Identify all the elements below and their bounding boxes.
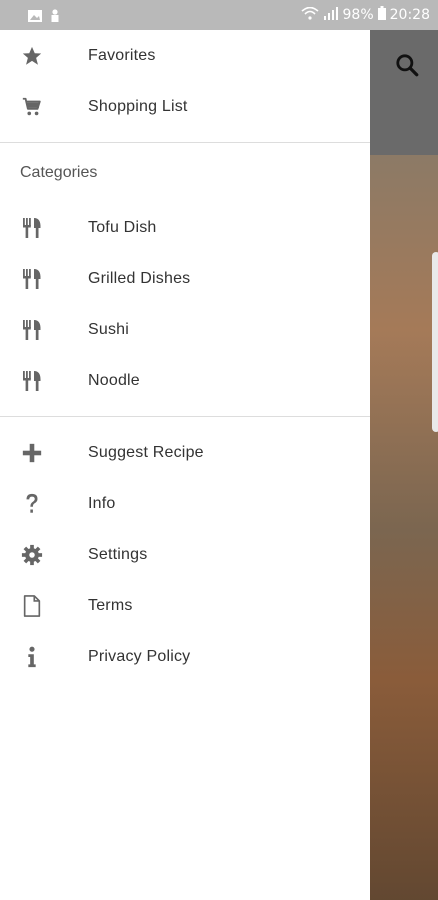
plus-icon [20,441,44,465]
drawer-item-label: Settings [88,546,148,563]
drawer-item-sushi[interactable]: Sushi [0,305,370,355]
drawer-item-info[interactable]: Info [0,479,370,529]
drawer-item-label: Suggest Recipe [88,444,204,461]
drawer-divider [0,142,370,143]
restaurant-icon [20,369,44,393]
drawer-item-terms[interactable]: Terms [0,581,370,631]
drawer-item-label: Privacy Policy [88,648,191,665]
drawer-item-favorites[interactable]: Favorites [0,31,370,81]
restaurant-icon [20,216,44,240]
drawer-item-label: Noodle [88,372,140,389]
restaurant-icon [20,267,44,291]
drawer-item-label: Terms [88,597,133,614]
clock: 20:28 [389,7,430,23]
gallery-icon [28,9,42,22]
status-bar: 98% 20:28 [0,0,438,30]
drawer-item-label: Sushi [88,321,130,338]
star-icon [20,44,44,68]
drawer-divider [0,416,370,417]
drawer-item-suggest-recipe[interactable]: Suggest Recipe [0,428,370,478]
signal-icon [323,6,339,24]
cart-icon [20,95,44,119]
content-card-edge [432,252,438,432]
drawer-item-grilled-dishes[interactable]: Grilled Dishes [0,254,370,304]
info-icon [20,645,44,669]
gear-icon [20,543,44,567]
drawer-item-label: Favorites [88,47,156,64]
drawer-item-label: Tofu Dish [88,219,157,236]
battery-icon [377,6,386,24]
drawer-item-shopping-list[interactable]: Shopping List [0,82,370,132]
categories-header: Categories [20,164,98,181]
drawer-item-tofu-dish[interactable]: Tofu Dish [0,203,370,253]
drawer-item-privacy-policy[interactable]: Privacy Policy [0,632,370,682]
drawer-item-noodle[interactable]: Noodle [0,356,370,406]
drawer-item-label: Info [88,495,116,512]
document-icon [20,594,44,618]
drawer-item-label: Grilled Dishes [88,270,191,287]
battery-percent: 98% [342,7,374,23]
navigation-drawer: Favorites Shopping List Categories Tofu … [0,30,370,900]
restaurant-icon [20,318,44,342]
wifi-icon [300,6,319,24]
person-icon [50,9,64,22]
drawer-item-label: Shopping List [88,98,188,115]
question-icon [20,492,44,516]
search-icon[interactable] [394,52,420,78]
drawer-item-settings[interactable]: Settings [0,530,370,580]
